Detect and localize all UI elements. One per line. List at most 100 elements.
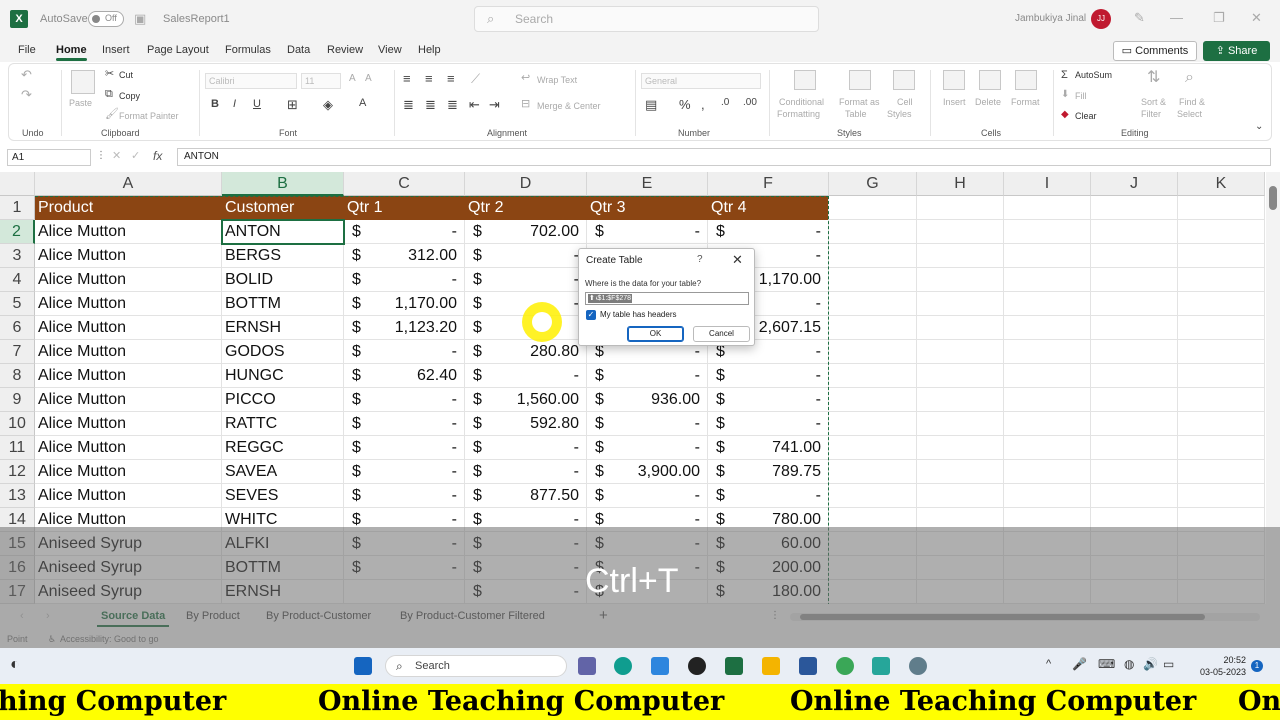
close-icon[interactable]: ✕ [1251, 10, 1262, 26]
value-cell[interactable]: 1,560.00 [495, 388, 579, 412]
dollar-sign[interactable]: $ [473, 220, 482, 244]
cut-icon[interactable]: ✂ [105, 69, 114, 80]
dollar-sign[interactable]: $ [352, 364, 361, 388]
share-button[interactable]: ⇪ Share [1203, 41, 1270, 61]
dollar-sign[interactable]: $ [716, 412, 725, 436]
value-cell[interactable]: - [617, 436, 700, 460]
comma-icon[interactable]: , [701, 98, 705, 111]
value-cell[interactable]: - [495, 268, 579, 292]
avatar[interactable]: JJ [1091, 9, 1111, 29]
menu-formulas[interactable]: Formulas [225, 44, 271, 56]
product-cell[interactable]: Alice Mutton [38, 244, 126, 268]
value-cell[interactable]: - [374, 436, 457, 460]
confirm-edit-icon[interactable]: ✓ [131, 149, 140, 162]
next-sheet-icon[interactable]: › [46, 610, 50, 622]
dollar-sign[interactable]: $ [352, 268, 361, 292]
row-header[interactable]: 7 [0, 340, 35, 364]
value-cell[interactable]: - [374, 220, 457, 244]
customer-cell[interactable]: RATTC [225, 412, 277, 436]
menu-home[interactable]: Home [56, 44, 87, 61]
paste-label[interactable]: Paste [69, 98, 92, 108]
dollar-sign[interactable]: $ [716, 556, 725, 580]
column-header-i[interactable]: I [1004, 172, 1091, 196]
value-cell[interactable]: - [617, 556, 700, 580]
sort-label[interactable]: Sort & [1141, 97, 1166, 107]
align-top-icon[interactable]: ≡ [403, 72, 411, 85]
redo-icon[interactable]: ↷ [21, 88, 32, 101]
autosave-toggle[interactable]: Off [88, 11, 124, 27]
teams-icon[interactable] [578, 657, 596, 675]
header-cell[interactable]: Qtr 2 [465, 196, 504, 220]
tab-by-product[interactable]: By Product [186, 610, 240, 622]
scroll-thumb[interactable] [1269, 186, 1277, 210]
row-header[interactable]: 5 [0, 292, 35, 316]
dollar-sign[interactable]: $ [352, 340, 361, 364]
dollar-sign[interactable]: $ [716, 364, 725, 388]
start-icon[interactable] [354, 657, 372, 675]
column-header-f[interactable]: F [708, 172, 829, 196]
dollar-sign[interactable]: $ [473, 436, 482, 460]
value-cell[interactable]: 1,123.20 [374, 316, 457, 340]
taskbar-clock[interactable]: 20:52 03-05-2023 [1188, 654, 1246, 678]
cut-button[interactable]: Cut [119, 70, 133, 80]
collapse-dialog-icon[interactable]: ⬆ [588, 294, 596, 303]
word-icon[interactable] [799, 657, 817, 675]
value-cell[interactable]: - [495, 364, 579, 388]
product-cell[interactable]: Alice Mutton [38, 388, 126, 412]
grow-font-icon[interactable]: A [349, 74, 356, 84]
merge-center-button[interactable]: Merge & Center [537, 101, 601, 111]
value-cell[interactable]: - [738, 364, 821, 388]
name-box[interactable]: A1 [7, 149, 91, 166]
customer-cell[interactable]: REGGC [225, 436, 284, 460]
cancel-edit-icon[interactable]: ✕ [112, 149, 121, 162]
product-cell[interactable]: Aniseed Syrup [38, 580, 142, 604]
dollar-sign[interactable]: $ [473, 508, 482, 532]
product-cell[interactable]: Alice Mutton [38, 412, 126, 436]
product-cell[interactable]: Alice Mutton [38, 316, 126, 340]
menu-page-layout[interactable]: Page Layout [147, 44, 209, 56]
dollar-sign[interactable]: $ [716, 460, 725, 484]
align-middle-icon[interactable]: ≡ [425, 72, 433, 85]
microphone-icon[interactable]: 🎤 [1072, 657, 1087, 671]
menu-view[interactable]: View [378, 44, 402, 56]
pen-icon[interactable]: ✎ [1134, 10, 1145, 26]
value-cell[interactable]: 1,170.00 [374, 292, 457, 316]
product-cell[interactable]: Alice Mutton [38, 484, 126, 508]
product-cell[interactable]: Alice Mutton [38, 508, 126, 532]
row-header[interactable]: 1 [0, 196, 35, 220]
insert-cells-icon[interactable] [943, 70, 965, 90]
dollar-sign[interactable]: $ [352, 460, 361, 484]
dollar-sign[interactable]: $ [595, 484, 604, 508]
format-as-label[interactable]: Format as [839, 97, 880, 107]
value-cell[interactable]: - [495, 556, 579, 580]
tab-split-icon[interactable]: ⋮ [770, 610, 780, 621]
percent-icon[interactable]: % [679, 98, 691, 111]
dollar-sign[interactable]: $ [716, 532, 725, 556]
clear-icon[interactable]: ◆ [1061, 110, 1069, 120]
dollar-sign[interactable]: $ [716, 508, 725, 532]
accessibility-status[interactable]: Accessibility: Good to go [60, 634, 159, 644]
dollar-sign[interactable]: $ [595, 388, 604, 412]
number-format-box[interactable]: General [641, 73, 761, 89]
value-cell[interactable]: 780.00 [738, 508, 821, 532]
dollar-sign[interactable]: $ [352, 556, 361, 580]
dollar-sign[interactable]: $ [352, 412, 361, 436]
notification-badge[interactable]: 1 [1251, 660, 1263, 672]
dollar-sign[interactable]: $ [716, 580, 725, 604]
select-all-corner[interactable] [0, 172, 35, 196]
dollar-sign[interactable]: $ [352, 484, 361, 508]
dialog-close-icon[interactable]: ✕ [732, 252, 743, 268]
dollar-sign[interactable]: $ [352, 292, 361, 316]
value-cell[interactable]: - [617, 220, 700, 244]
value-cell[interactable]: 877.50 [495, 484, 579, 508]
align-left-icon[interactable]: ≣ [403, 98, 414, 111]
column-header-j[interactable]: J [1091, 172, 1178, 196]
formula-input[interactable]: ANTON [177, 148, 1271, 166]
table-label[interactable]: Table [845, 109, 867, 119]
value-cell[interactable]: - [617, 364, 700, 388]
value-cell[interactable]: - [495, 292, 579, 316]
indent-increase-icon[interactable]: ⇥ [489, 98, 500, 111]
excel-taskbar-icon[interactable] [725, 657, 743, 675]
wrap-text-icon[interactable]: ↩ [521, 73, 530, 84]
minimize-icon[interactable]: — [1170, 10, 1183, 25]
